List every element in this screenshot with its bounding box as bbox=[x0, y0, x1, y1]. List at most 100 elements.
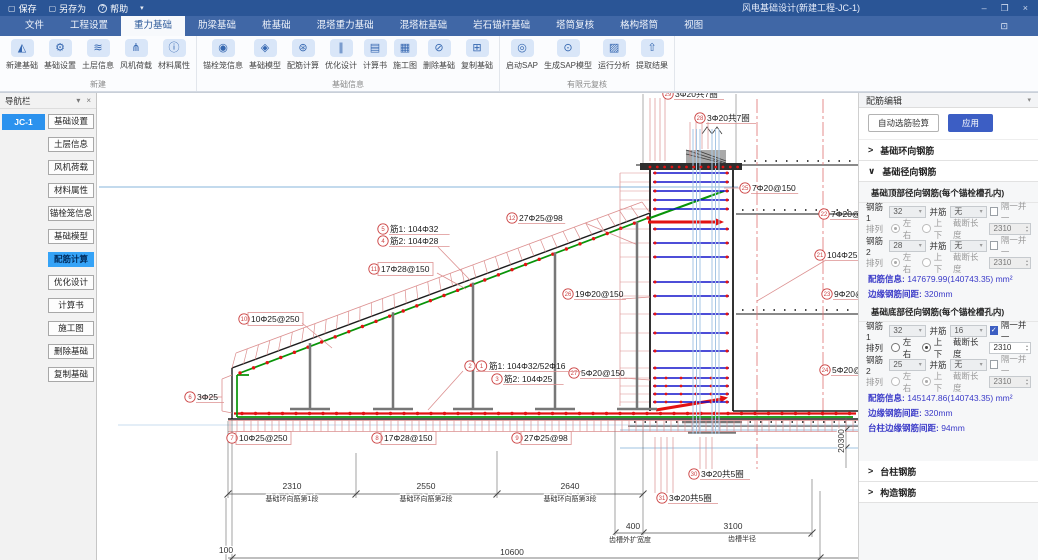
menu-tab-桩基础[interactable]: 桩基础 bbox=[249, 16, 304, 36]
ribbon-button-turbine-load[interactable]: ⋔风机荷载 bbox=[117, 39, 155, 71]
sidebar-item-锚栓笼信息[interactable]: 锚栓笼信息 bbox=[48, 206, 94, 221]
section-radial-rebar[interactable]: ∨ 基础径向钢筋 bbox=[859, 161, 1038, 182]
alternate-checkbox[interactable]: ✓ bbox=[990, 326, 998, 335]
alternate-checkbox[interactable] bbox=[990, 207, 998, 216]
alternate-checkbox[interactable] bbox=[990, 241, 998, 250]
close-button[interactable]: × bbox=[1023, 3, 1028, 13]
drawing-canvas[interactable]: 293Φ20共7圈283Φ20共7圈257Φ20@150227Φ20@1227Φ… bbox=[97, 93, 858, 560]
ribbon-button-rebar-calculation[interactable]: ⊛ 配筋计算 bbox=[284, 39, 322, 71]
stepper-down-icon: ▾ bbox=[1026, 382, 1028, 386]
auto-select-rebar-button[interactable]: 自动选筋验算 bbox=[868, 114, 939, 132]
alternate-checkbox-label: 隔一并一 bbox=[1001, 234, 1031, 258]
minimize-button[interactable]: – bbox=[982, 3, 987, 13]
titlebar-action-save-as[interactable]: ▢另存为 bbox=[49, 2, 87, 15]
cutoff-length-value: 2310 bbox=[994, 377, 1012, 386]
stepper-down-icon: ▾ bbox=[1026, 263, 1028, 267]
ribbon-button-label: 配筋计算 bbox=[287, 60, 319, 71]
rebar-info-label: 台柱边缘钢筋间距: bbox=[868, 423, 941, 433]
ribbon-button-anchor-cage[interactable]: ◉锚栓笼信息 bbox=[200, 39, 246, 71]
menu-tab-视图[interactable]: 视图 bbox=[671, 16, 716, 36]
cutoff-length-stepper[interactable]: 2310▴▾ bbox=[989, 376, 1031, 388]
menu-tab-工程设置[interactable]: 工程设置 bbox=[57, 16, 121, 36]
ribbon-button-foundation-model[interactable]: ◈基础模型 bbox=[246, 39, 284, 71]
rebar-callout-2: 筋1: 104Φ32/52Φ16 bbox=[489, 361, 566, 371]
up-down-radio[interactable] bbox=[922, 343, 931, 352]
sidebar-item-配筋计算[interactable]: 配筋计算 bbox=[48, 252, 94, 267]
sidebar-item-基础模型[interactable]: 基础模型 bbox=[48, 229, 94, 244]
cutoff-length-stepper[interactable]: 2310▴▾ bbox=[989, 257, 1031, 269]
ribbon-button-calculation-report[interactable]: ▤计算书 bbox=[360, 39, 390, 71]
ribbon-group: ◭新建基础⚙基础设置≋土层信息⋔风机荷载ⓘ材料属性新建 bbox=[0, 36, 197, 91]
stepper-down-icon: ▾ bbox=[1026, 229, 1028, 233]
rebar-callout-24: 5Φ20@ bbox=[832, 365, 858, 375]
up-down-radio[interactable] bbox=[922, 224, 931, 233]
menu-tab-肋梁基础[interactable]: 肋梁基础 bbox=[185, 16, 249, 36]
sidebar-collapse-icon[interactable]: ▾ bbox=[76, 96, 80, 105]
apply-button[interactable]: 应用 bbox=[948, 114, 993, 132]
alternate-checkbox-label: 隔一并一 bbox=[1001, 319, 1031, 343]
up-down-radio[interactable] bbox=[922, 258, 931, 267]
ribbon-button-generate-sap-model[interactable]: ⊙生成SAP模型 bbox=[541, 39, 595, 71]
sidebar-item-土层信息[interactable]: 土层信息 bbox=[48, 137, 94, 152]
ribbon-button-launch-sap[interactable]: ◎启动SAP bbox=[503, 39, 541, 71]
ribbon-button-label: 启动SAP bbox=[506, 60, 538, 71]
panel-toggle-icon[interactable]: ⊡ bbox=[1000, 21, 1008, 32]
dimension-text: 基础环向筋第3段 bbox=[544, 494, 597, 503]
cutoff-length-label: 截断长度 bbox=[953, 336, 986, 360]
section-ring-rebar[interactable]: > 基础环向钢筋 bbox=[859, 140, 1038, 161]
sidebar-item-施工图[interactable]: 施工图 bbox=[48, 321, 94, 336]
rebar-callout-12: 27Φ25@98 bbox=[519, 213, 563, 223]
sidebar-item-风机荷载[interactable]: 风机荷载 bbox=[48, 160, 94, 175]
sidebar-tab-jc1[interactable]: JC-1 bbox=[2, 114, 45, 130]
restore-button[interactable]: ❐ bbox=[1001, 3, 1009, 14]
left-right-radio[interactable] bbox=[891, 377, 900, 386]
rebar-info-line: 台柱边缘钢筋间距: 94mm bbox=[859, 420, 1038, 435]
left-right-radio[interactable] bbox=[891, 258, 900, 267]
section-pillar-rebar[interactable]: > 台柱钢筋 bbox=[859, 461, 1038, 482]
dropdown-caret-icon[interactable]: ▾ bbox=[140, 4, 144, 12]
ribbon-button-optimize-design[interactable]: ∥优化设计 bbox=[322, 39, 360, 71]
ribbon-button-copy-foundation[interactable]: ⊞复制基础 bbox=[458, 39, 496, 71]
left-right-radio[interactable] bbox=[891, 343, 900, 352]
menu-tab-混塔重力基础[interactable]: 混塔重力基础 bbox=[304, 16, 387, 36]
rebar-label: 钢筋2 bbox=[866, 354, 886, 376]
ribbon-button-foundation-settings[interactable]: ⚙基础设置 bbox=[41, 39, 79, 71]
ribbon-button-delete-foundation[interactable]: ⊘删除基础 bbox=[420, 39, 458, 71]
rebar-info-value: 147679.99(140743.35) mm² bbox=[907, 274, 1012, 284]
ribbon-button-extract-results[interactable]: ⇧提取结果 bbox=[633, 39, 671, 71]
sidebar-close-icon[interactable]: × bbox=[86, 96, 91, 105]
titlebar-action-label: 另存为 bbox=[59, 2, 86, 15]
bundle-value: 无 bbox=[954, 359, 962, 370]
ribbon-button-construction-drawing[interactable]: ▦施工图 bbox=[390, 39, 420, 71]
left-right-radio[interactable] bbox=[891, 224, 900, 233]
ribbon-button-run-analysis[interactable]: ▨运行分析 bbox=[595, 39, 633, 71]
menu-tab-文件[interactable]: 文件 bbox=[12, 16, 57, 36]
titlebar-action-help[interactable]: ?帮助 bbox=[98, 2, 128, 15]
cutoff-length-label: 截断长度 bbox=[953, 217, 986, 241]
menu-tab-岩石锚杆基础[interactable]: 岩石锚杆基础 bbox=[460, 16, 543, 36]
sidebar-item-材料属性[interactable]: 材料属性 bbox=[48, 183, 94, 198]
section-structural-rebar[interactable]: > 构造钢筋 bbox=[859, 482, 1038, 503]
copy-foundation-icon: ⊞ bbox=[466, 39, 489, 57]
ribbon-button-material-properties[interactable]: ⓘ材料属性 bbox=[155, 39, 193, 71]
rebar-calculation-icon: ⊛ bbox=[292, 39, 315, 57]
chevron-down-icon: ▾ bbox=[919, 208, 922, 215]
stepper-arrows-icon: ▴▾ bbox=[1026, 225, 1028, 233]
menu-tab-格构塔筒[interactable]: 格构塔筒 bbox=[607, 16, 671, 36]
sidebar-item-删除基础[interactable]: 删除基础 bbox=[48, 344, 94, 359]
sidebar-item-计算书[interactable]: 计算书 bbox=[48, 298, 94, 313]
up-down-radio[interactable] bbox=[922, 377, 931, 386]
ribbon-button-new-foundation[interactable]: ◭新建基础 bbox=[3, 39, 41, 71]
sidebar-item-优化设计[interactable]: 优化设计 bbox=[48, 275, 94, 290]
ribbon-button-soil-layers[interactable]: ≋土层信息 bbox=[79, 39, 117, 71]
panel-collapse-icon[interactable]: ▾ bbox=[1027, 96, 1031, 104]
rebar-callout-5: 筋1: 104Φ32 bbox=[390, 224, 439, 234]
menu-tab-混塔桩基础[interactable]: 混塔桩基础 bbox=[387, 16, 461, 36]
sidebar-item-复制基础[interactable]: 复制基础 bbox=[48, 367, 94, 382]
sidebar-item-基础设置[interactable]: 基础设置 bbox=[48, 114, 94, 129]
menu-tab-塔筒复核[interactable]: 塔筒复核 bbox=[543, 16, 607, 36]
titlebar-action-save[interactable]: ▢保存 bbox=[8, 2, 37, 15]
menu-tab-重力基础[interactable]: 重力基础 bbox=[121, 16, 185, 36]
section-structural-label: 构造钢筋 bbox=[880, 486, 916, 499]
alternate-checkbox[interactable] bbox=[990, 360, 998, 369]
